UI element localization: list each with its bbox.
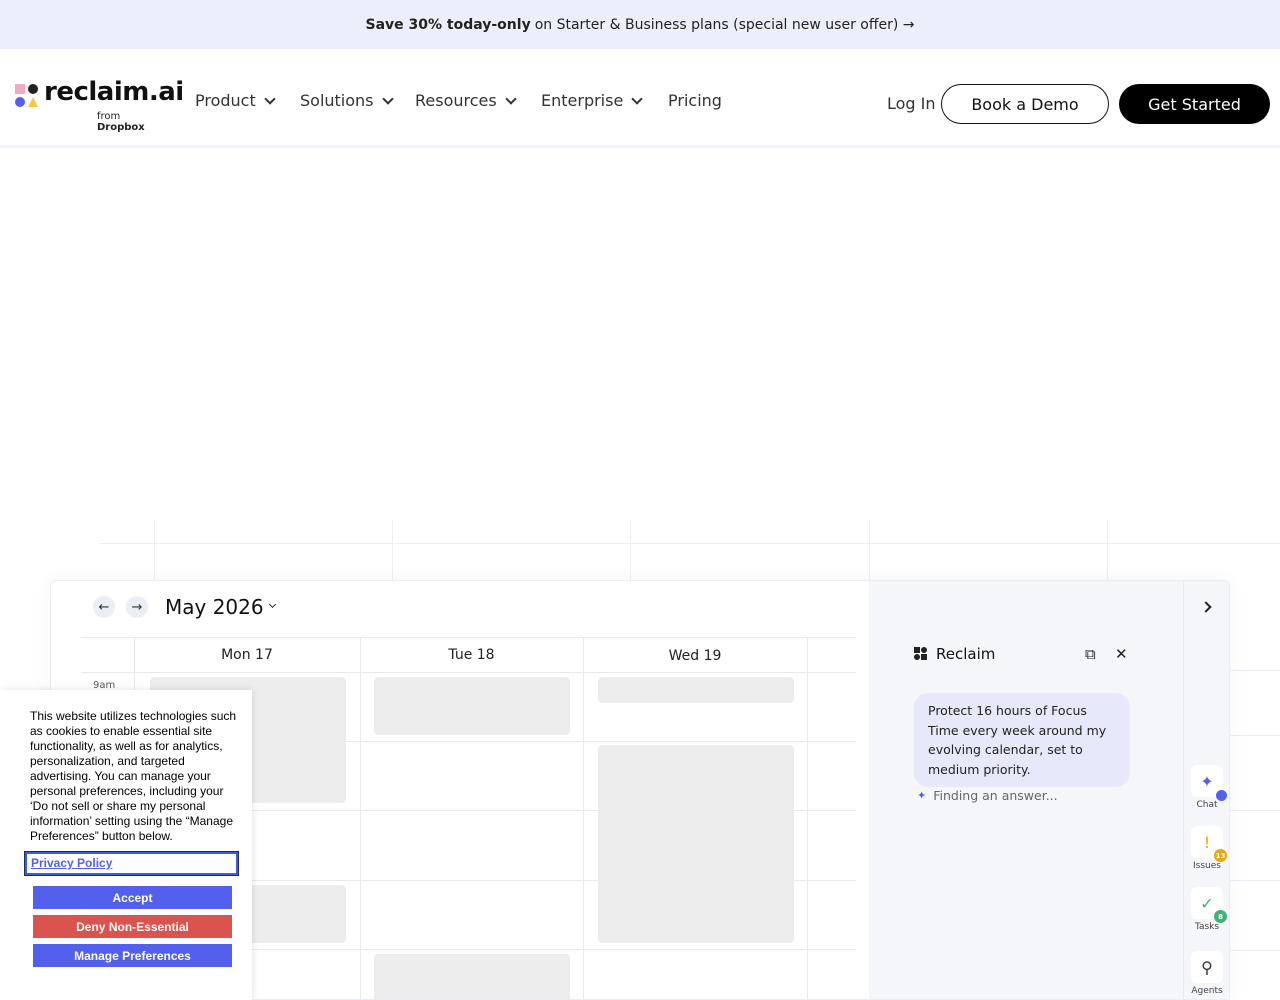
- cookie-consent-dialog: This website utilizes technologies such …: [0, 690, 252, 1000]
- close-icon[interactable]: ✕: [1115, 645, 1128, 663]
- logo-mark-icon: [15, 84, 39, 108]
- top-nav: reclaim.ai from Dropbox Product Solution…: [0, 49, 1280, 148]
- arrow-right-icon: →: [131, 599, 143, 615]
- privacy-policy-focus-box: Privacy Policy: [24, 851, 239, 876]
- arrow-left-icon: ←: [98, 599, 110, 615]
- book-demo-button[interactable]: Book a Demo: [941, 84, 1109, 124]
- promo-text: on Starter & Business plans (special new…: [534, 16, 915, 33]
- rail-item-issues[interactable]: ! 13 Issues: [1190, 826, 1227, 871]
- rail-item-chat[interactable]: ✦ Chat: [1190, 765, 1227, 810]
- nav-item-enterprise[interactable]: Enterprise: [541, 91, 643, 110]
- reclaim-logo[interactable]: reclaim.ai from Dropbox: [15, 77, 184, 133]
- side-rail: ✦ Chat ! 13 Issues ✓ 8 Tasks ⚲ Agents: [1183, 581, 1229, 999]
- agents-icon: ⚲: [1191, 951, 1223, 983]
- logo-subtitle: from Dropbox: [97, 111, 145, 133]
- calendar-event[interactable]: [374, 677, 570, 735]
- assistant-title: Reclaim: [914, 645, 995, 663]
- chevron-down-icon: [381, 92, 394, 105]
- assistant-panel: Reclaim ⧉ ✕ Protect 16 hours of Focus Ti…: [869, 581, 1183, 999]
- chevron-down-icon: [505, 92, 517, 105]
- nav-item-resources[interactable]: Resources: [415, 91, 517, 110]
- chevron-down-icon: [268, 600, 276, 609]
- tasks-count-badge: 8: [1214, 910, 1227, 923]
- promo-highlight: Save 30% today-only: [365, 16, 531, 33]
- user-message: Protect 16 hours of Focus Time every wee…: [914, 693, 1130, 787]
- chevron-down-icon: [631, 92, 643, 105]
- calendar-event[interactable]: [598, 677, 794, 703]
- sparkle-icon: ✦: [917, 789, 927, 802]
- day-header-tue: Tue 18: [448, 647, 495, 663]
- prev-week-button[interactable]: ←: [93, 596, 115, 618]
- issues-count-badge: 13: [1214, 849, 1227, 862]
- nav-item-pricing[interactable]: Pricing: [668, 91, 722, 110]
- reclaim-mark-icon: [914, 647, 928, 661]
- next-week-button[interactable]: →: [126, 596, 148, 618]
- chevron-down-icon: [264, 92, 276, 105]
- rail-item-tasks[interactable]: ✓ 8 Tasks: [1190, 887, 1227, 932]
- calendar-event[interactable]: [374, 954, 570, 999]
- day-header-mon: Mon 17: [221, 647, 273, 663]
- month-selector[interactable]: May 2026: [165, 595, 264, 619]
- rail-item-agents[interactable]: ⚲ Agents: [1190, 951, 1224, 996]
- logo-wordmark: reclaim.ai: [44, 77, 184, 107]
- privacy-policy-link[interactable]: Privacy Policy: [31, 856, 112, 870]
- nav-item-solutions[interactable]: Solutions: [300, 91, 394, 110]
- accept-button[interactable]: Accept: [33, 886, 232, 909]
- calendar-event[interactable]: [598, 745, 794, 943]
- nav-item-product[interactable]: Product: [195, 91, 276, 110]
- check-icon: ✓ 8: [1191, 887, 1227, 923]
- warning-icon: ! 13: [1191, 826, 1227, 862]
- day-header-wed: Wed 19: [668, 648, 722, 664]
- login-link[interactable]: Log In: [887, 94, 936, 113]
- calendar-header: ← → May 2026: [93, 595, 276, 619]
- promo-banner[interactable]: Save 30% today-only on Starter & Busines…: [0, 0, 1280, 49]
- cookie-text: This website utilizes technologies such …: [30, 709, 237, 843]
- chat-sparkle-icon: ✦: [1191, 765, 1227, 801]
- chevron-right-icon[interactable]: [1200, 601, 1212, 613]
- chat-history-icon[interactable]: ⧉: [1085, 645, 1096, 663]
- deny-button[interactable]: Deny Non-Essential: [33, 915, 232, 938]
- manage-preferences-button[interactable]: Manage Preferences: [33, 944, 232, 967]
- assistant-status: ✦ Finding an answer...: [917, 788, 1058, 803]
- get-started-button[interactable]: Get Started: [1119, 84, 1270, 124]
